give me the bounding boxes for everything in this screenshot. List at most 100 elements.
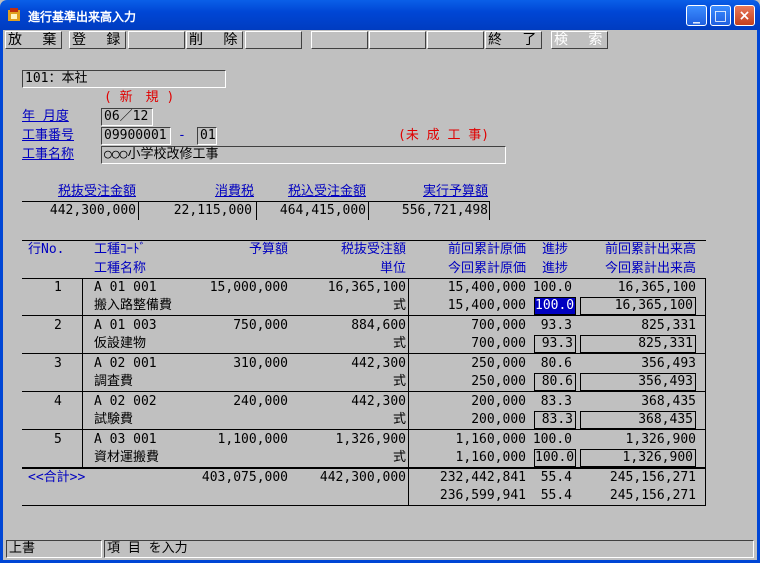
total-cur-cost: 236,599,941 bbox=[439, 488, 526, 503]
status-message: 項 目 を入力 bbox=[104, 540, 754, 558]
row-prev-done: 16,365,100 bbox=[617, 280, 696, 295]
search-button[interactable]: 検 索 bbox=[551, 31, 608, 49]
maximize-button[interactable]: □ bbox=[710, 5, 731, 26]
summary-header-budget: 実行予算額 bbox=[422, 184, 488, 199]
office-field[interactable]: 101：本社 bbox=[22, 70, 226, 88]
row-code: A 02 002 bbox=[94, 394, 157, 409]
summary-header-order-tax: 税込受注金額 bbox=[287, 184, 366, 199]
summary-order: 442,300,000 bbox=[49, 203, 136, 218]
project-name-field[interactable]: ○○○小学校改修工事 bbox=[101, 146, 506, 164]
row-cur-done-input[interactable]: 356,493 bbox=[580, 373, 696, 391]
project-no-separator: - bbox=[178, 128, 186, 143]
row-code: A 01 001 bbox=[94, 280, 157, 295]
table-row[interactable]: 2A 01 003 750,000 884,600 700,000 93.3 825,33… bbox=[22, 316, 706, 354]
row-cur-done-input[interactable]: 1,326,900 bbox=[580, 449, 696, 467]
row-cur-cost: 1,160,000 bbox=[455, 450, 526, 465]
col-header-code: 工種ｺｰﾄﾞ bbox=[94, 242, 147, 257]
col-header-name: 工種名称 bbox=[94, 261, 147, 276]
total-budget: 403,075,000 bbox=[201, 470, 288, 485]
summary-order-tax: 464,415,000 bbox=[279, 203, 366, 218]
row-prev-done: 368,435 bbox=[641, 394, 696, 409]
row-cur-pct-input[interactable]: 80.6 bbox=[534, 373, 576, 391]
row-name: 調査費 bbox=[94, 374, 134, 389]
summary-header-order: 税抜受注金額 bbox=[57, 184, 136, 199]
summary-tax: 22,115,000 bbox=[173, 203, 252, 218]
toolbar-button-3[interactable] bbox=[128, 31, 185, 49]
row-no: 4 bbox=[54, 394, 62, 409]
row-unit: 式 bbox=[392, 374, 406, 389]
row-cur-pct-input[interactable]: 100.0 bbox=[534, 297, 576, 315]
detail-grid: 行No. 工種ｺｰﾄﾞ 予算額 税抜受注額 前回累計原価 進捗 前回累計出来高 … bbox=[22, 240, 706, 506]
toolbar-button-7[interactable] bbox=[369, 31, 426, 49]
row-name: 試験費 bbox=[94, 412, 134, 427]
toolbar-button-4[interactable]: 削 除 bbox=[186, 31, 243, 49]
project-sub-input[interactable]: 01 bbox=[197, 127, 217, 145]
row-cur-pct-input[interactable]: 83.3 bbox=[534, 411, 576, 429]
row-cur-cost: 15,400,000 bbox=[447, 298, 526, 313]
row-budget: 310,000 bbox=[233, 356, 288, 371]
total-prev-pct: 55.4 bbox=[540, 470, 572, 485]
row-cur-pct-input[interactable]: 93.3 bbox=[534, 335, 576, 353]
row-prev-cost: 700,000 bbox=[471, 318, 526, 333]
status-mode: 上書 bbox=[6, 540, 102, 558]
table-row[interactable]: 4A 02 002 240,000 442,300 200,000 83.3 368,43… bbox=[22, 392, 706, 430]
maximize-icon: □ bbox=[713, 8, 728, 24]
row-cur-cost: 700,000 bbox=[471, 336, 526, 351]
row-order: 884,600 bbox=[351, 318, 406, 333]
summary-budget: 556,721,498 bbox=[401, 203, 488, 218]
row-prev-done: 825,331 bbox=[641, 318, 696, 333]
row-code: A 02 001 bbox=[94, 356, 157, 371]
row-no: 1 bbox=[54, 280, 62, 295]
row-cur-done-input[interactable]: 368,435 bbox=[580, 411, 696, 429]
app-icon bbox=[8, 8, 20, 21]
row-cur-done-input[interactable]: 825,331 bbox=[580, 335, 696, 353]
exit-button[interactable]: 終 了 bbox=[485, 31, 542, 49]
total-cur-done: 245,156,271 bbox=[609, 488, 696, 503]
col-header-prev-done: 前回累計出来高 bbox=[604, 242, 696, 257]
total-prev-cost: 232,442,841 bbox=[439, 470, 526, 485]
row-unit: 式 bbox=[392, 412, 406, 427]
row-prev-cost: 200,000 bbox=[471, 394, 526, 409]
row-prev-cost: 15,400,000 bbox=[447, 280, 526, 295]
row-prev-pct: 93.3 bbox=[540, 318, 572, 333]
table-row[interactable]: 3A 02 001 310,000 442,300 250,000 80.6 356,49… bbox=[22, 354, 706, 392]
row-prev-pct: 100.0 bbox=[532, 432, 572, 447]
row-code: A 01 003 bbox=[94, 318, 157, 333]
total-order: 442,300,000 bbox=[319, 470, 406, 485]
col-header-row-no: 行No. bbox=[28, 242, 65, 257]
row-name: 搬入路整備費 bbox=[94, 298, 173, 313]
total-cur-pct: 55.4 bbox=[540, 488, 572, 503]
row-name: 仮設建物 bbox=[94, 336, 147, 351]
col-header-prev-cost: 前回累計原価 bbox=[447, 242, 526, 257]
summary-table: 税抜受注金額 消費税 税込受注金額 実行予算額 442,300,000 22,1… bbox=[22, 183, 490, 220]
toolbar-button-6[interactable] bbox=[311, 31, 368, 49]
table-row[interactable]: 1 A 01 001 15,000,000 16,365,100 15,400,000 1… bbox=[22, 278, 706, 316]
project-name-label: 工事名称 bbox=[22, 147, 75, 162]
col-header-order: 税抜受注額 bbox=[340, 242, 406, 257]
row-cur-done-input[interactable]: 16,365,100 bbox=[580, 297, 696, 315]
row-prev-pct: 80.6 bbox=[540, 356, 572, 371]
toolbar-button-5[interactable] bbox=[245, 31, 302, 49]
row-no: 2 bbox=[54, 318, 62, 333]
row-cur-pct-input[interactable]: 100.0 bbox=[534, 449, 576, 467]
toolbar-button-1[interactable]: 放 棄 bbox=[5, 31, 62, 49]
close-button[interactable]: × bbox=[734, 5, 755, 26]
minimize-button[interactable]: _ bbox=[686, 5, 707, 26]
toolbar-button-8[interactable] bbox=[427, 31, 484, 49]
close-icon: × bbox=[738, 8, 751, 24]
row-prev-cost: 1,160,000 bbox=[455, 432, 526, 447]
row-prev-pct: 100.0 bbox=[532, 280, 572, 295]
table-row[interactable]: 5 A 03 001 1,100,000 1,326,900 1,160,000 100.… bbox=[22, 430, 706, 468]
row-prev-done: 356,493 bbox=[641, 356, 696, 371]
row-order: 442,300 bbox=[351, 356, 406, 371]
row-order: 16,365,100 bbox=[327, 280, 406, 295]
col-header-cur-pct: 進捗 bbox=[541, 261, 568, 276]
year-month-label: 年 月度 bbox=[22, 109, 69, 124]
year-month-input[interactable]: 06／12 bbox=[101, 108, 153, 126]
total-prev-done: 245,156,271 bbox=[609, 470, 696, 485]
row-budget: 15,000,000 bbox=[209, 280, 288, 295]
summary-header-tax: 消費税 bbox=[214, 184, 254, 199]
project-no-input[interactable]: 09900001 bbox=[101, 127, 171, 145]
toolbar-button-2[interactable]: 登 録 bbox=[69, 31, 126, 49]
col-header-cur-done: 今回累計出来高 bbox=[604, 261, 696, 276]
